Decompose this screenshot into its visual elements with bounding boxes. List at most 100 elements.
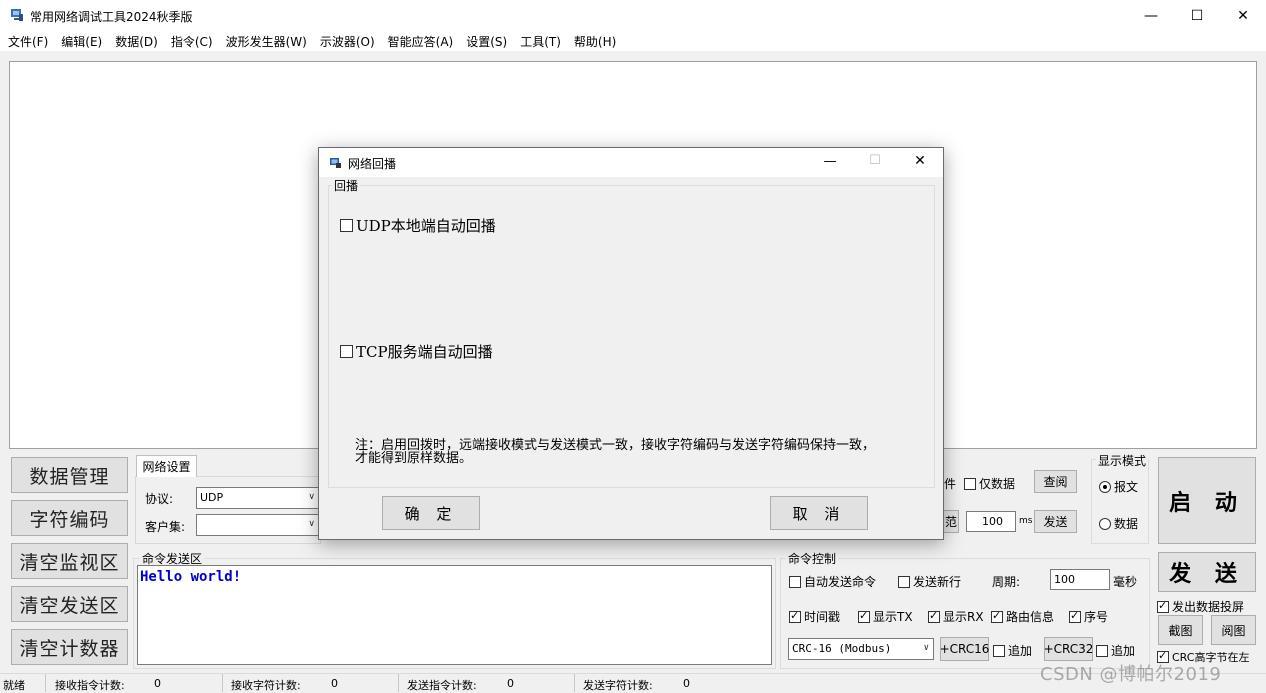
tx-char-count-value: 0 [683,677,690,690]
partial-button[interactable]: 范 [944,510,959,533]
minimize-icon: — [823,154,837,169]
small-send-button[interactable]: 发送 [1034,510,1077,533]
status-ready: 就绪 [3,679,25,692]
ok-button[interactable]: 确 定 [382,496,480,530]
maximize-icon: ☐ [1190,7,1204,24]
data-manage-button[interactable]: 数据管理 [11,457,128,493]
tab-network-settings[interactable]: 网络设置 [136,455,197,477]
radio-icon [1099,518,1111,530]
dialog-minimize-button[interactable]: — [819,154,841,169]
menu-waveform[interactable]: 波形发生器(W) [220,33,314,50]
screenshot-button[interactable]: 截图 [1158,615,1203,645]
tx-cmd-count-label: 发送指令计数: [407,679,477,692]
menu-command[interactable]: 指令(C) [165,33,220,50]
seq-label: 序号 [1084,610,1109,624]
timestamp-checkbox[interactable]: 时间戳 [789,608,840,625]
checkbox-checked-icon [991,609,1003,623]
auto-send-label: 自动发送命令 [804,575,877,589]
dialog-maximize-button: ☐ [864,153,886,168]
char-encoding-button[interactable]: 字符编码 [11,500,128,536]
network-echo-dialog: 网络回播 — ☐ ✕ 回播 UDP本地端自动回播 TCP服务端自动回播 注：启用… [318,147,944,540]
status-separator [574,674,575,692]
send-newline-label: 发送新行 [913,575,962,589]
start-button[interactable]: 启 动 [1158,457,1256,544]
append-crc16-checkbox[interactable]: 追加 [993,642,1032,659]
add-crc16-button[interactable]: +CRC16 [940,637,989,661]
crc-type-select[interactable]: CRC-16 (Modbus) ∨ [788,638,934,660]
checkbox-icon [993,645,1005,657]
tcp-echo-checkbox[interactable]: TCP服务端自动回播 [340,341,493,362]
menu-bar: 文件(F) 编辑(E) 数据(D) 指令(C) 波形发生器(W) 示波器(O) … [0,31,1266,51]
auto-send-checkbox[interactable]: 自动发送命令 [789,573,876,590]
minimize-icon: — [1144,7,1158,24]
dialog-app-icon [329,156,342,169]
dialog-title-bar: 网络回播 — ☐ ✕ [319,148,943,177]
menu-auto-reply[interactable]: 智能应答(A) [382,33,461,50]
echo-note-line-2: 才能得到原样数据。 [355,451,473,466]
tx-char-count-label: 发送字符计数: [583,679,653,692]
close-icon: ✕ [914,153,926,169]
udp-echo-checkbox[interactable]: UDP本地端自动回播 [340,215,496,236]
menu-settings[interactable]: 设置(S) [460,33,514,50]
menu-file[interactable]: 文件(F) [2,33,55,50]
show-rx-checkbox[interactable]: 显示RX [928,608,984,625]
period-label: 周期: [992,575,1021,589]
display-mode-title: 显示模式 [1096,452,1149,469]
append-crc32-checkbox[interactable]: 追加 [1096,642,1135,659]
app-icon [10,8,24,22]
protocol-value: UDP [200,491,224,504]
minimize-button[interactable]: — [1128,0,1174,31]
protocol-select[interactable]: UDP ∨ [196,487,320,509]
close-icon: ✕ [1237,7,1249,24]
interval-input[interactable]: 100 [966,511,1016,532]
only-data-checkbox[interactable]: 仅数据 [964,475,1015,492]
window-title: 常用网络调试工具2024秋季版 [30,10,193,24]
send-data-screen-checkbox[interactable]: 发出数据投屏 [1157,598,1244,615]
period-input[interactable]: 100 [1050,569,1110,590]
send-newline-checkbox[interactable]: 发送新行 [898,573,961,590]
menu-oscilloscope[interactable]: 示波器(O) [314,33,382,50]
chevron-down-icon: ∨ [308,492,315,502]
show-tx-label: 显示TX [873,610,913,624]
send-data-screen-label: 发出数据投屏 [1172,600,1245,614]
seq-checkbox[interactable]: 序号 [1069,608,1108,625]
checkbox-icon [340,219,353,232]
checkbox-icon [1096,645,1108,657]
rx-cmd-count-value: 0 [154,677,161,690]
mode-message-label: 报文 [1114,480,1139,494]
menu-tools[interactable]: 工具(T) [514,33,568,50]
checkbox-checked-icon [928,609,940,623]
rx-char-count-label: 接收字符计数: [231,679,301,692]
close-button[interactable]: ✕ [1220,0,1266,31]
mode-data-label: 数据 [1114,517,1139,531]
checkbox-icon [964,478,976,490]
clear-monitor-button[interactable]: 清空监视区 [11,543,128,579]
only-data-label: 仅数据 [979,477,1016,491]
view-button[interactable]: 查阅 [1034,470,1077,493]
rx-char-count-value: 0 [331,677,338,690]
clear-send-button[interactable]: 清空发送区 [11,586,128,622]
maximize-button[interactable]: ☐ [1174,0,1220,31]
show-tx-checkbox[interactable]: 显示TX [858,608,913,625]
command-send-textarea[interactable]: Hello world! [137,565,772,665]
route-info-checkbox[interactable]: 路由信息 [991,608,1054,625]
append-crc32-label: 追加 [1111,644,1136,658]
checkbox-checked-icon [1069,609,1081,623]
cancel-button[interactable]: 取 消 [770,496,868,530]
menu-edit[interactable]: 编辑(E) [55,33,109,50]
client-set-label: 客户集: [145,520,186,534]
client-set-select[interactable]: ∨ [196,514,320,536]
dialog-close-button[interactable]: ✕ [909,153,931,169]
mode-message-radio[interactable]: 报文 [1099,478,1138,495]
clear-counter-button[interactable]: 清空计数器 [11,629,128,665]
view-image-button[interactable]: 阅图 [1211,615,1256,645]
echo-group-title: 回播 [332,177,361,194]
mode-data-radio[interactable]: 数据 [1099,515,1138,532]
menu-help[interactable]: 帮助(H) [568,33,623,50]
radio-selected-icon [1099,481,1111,493]
chevron-down-icon: ∨ [308,519,315,529]
menu-data[interactable]: 数据(D) [109,33,165,50]
interval-unit: ms [1019,516,1033,526]
send-button[interactable]: 发 送 [1158,552,1256,592]
add-crc32-button[interactable]: +CRC32 [1044,637,1093,661]
